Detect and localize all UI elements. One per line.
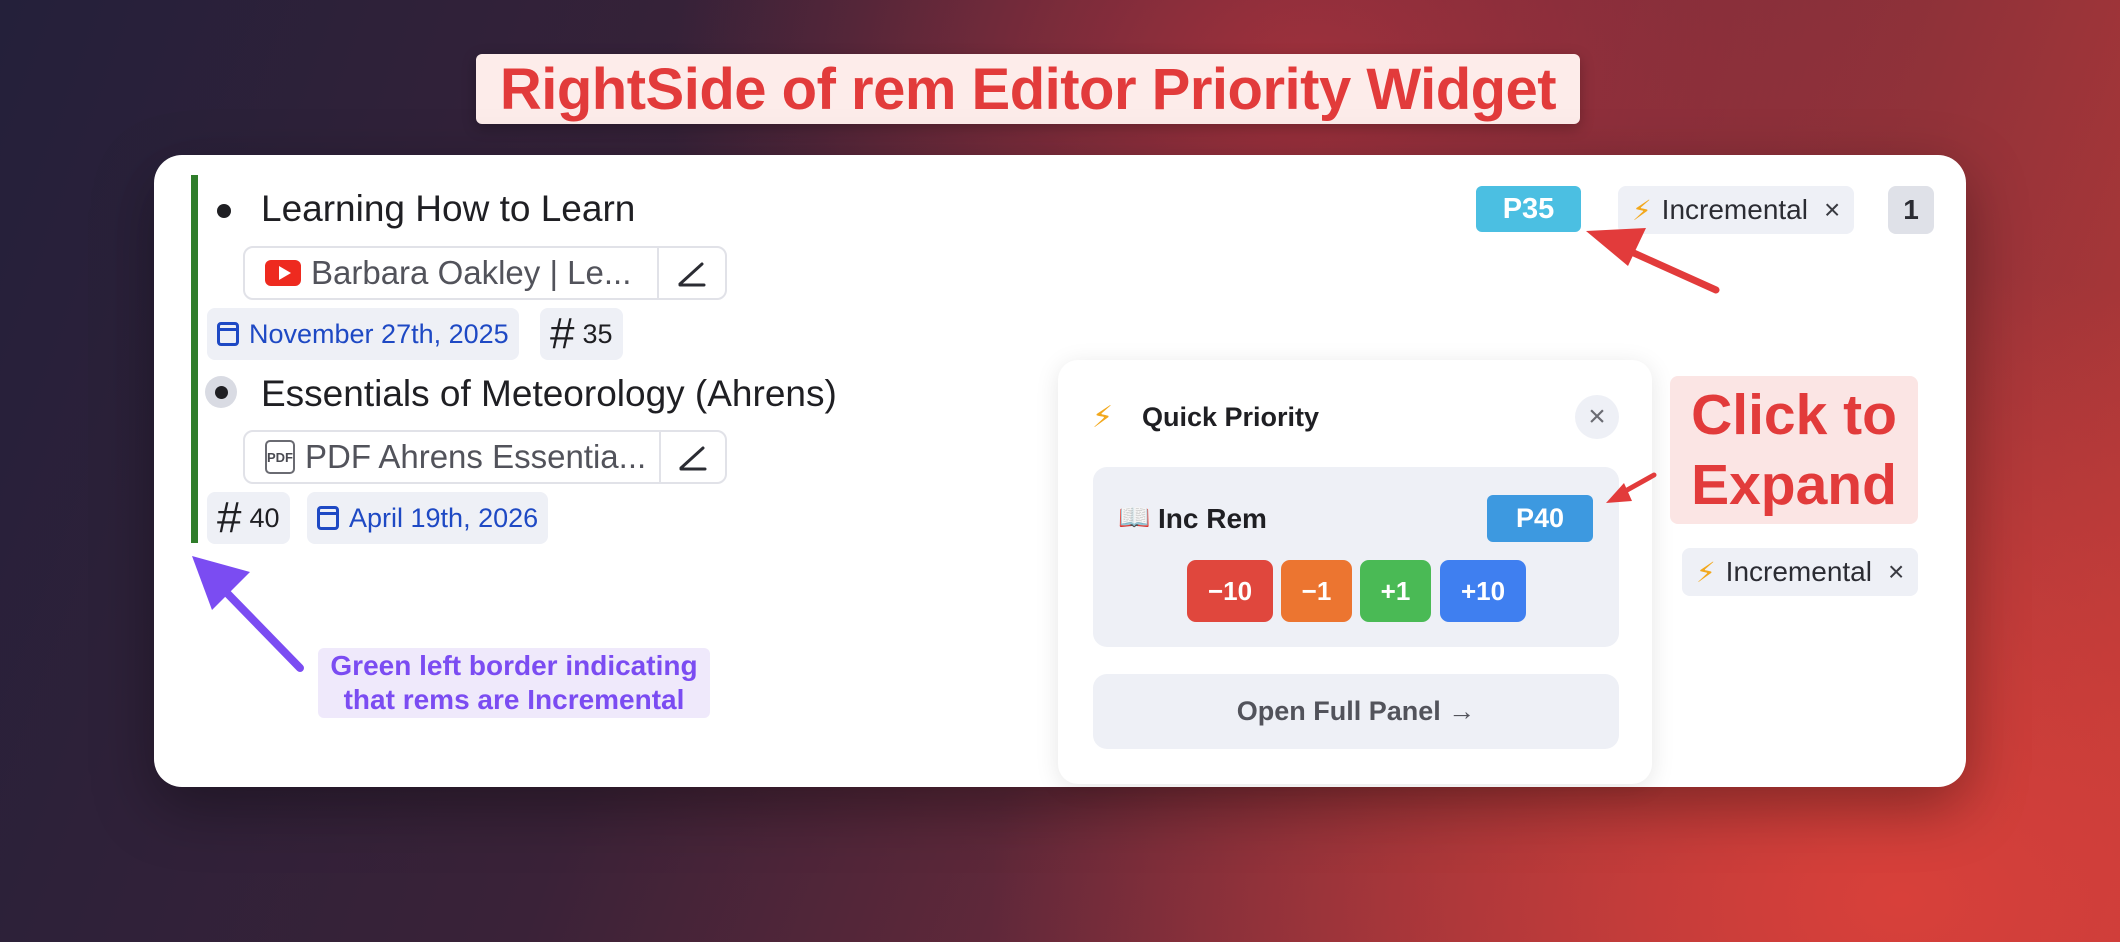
annotation-arrows — [192, 228, 1720, 672]
arrow-to-green-border — [192, 556, 304, 672]
arrow-to-popup-priority — [1606, 472, 1657, 503]
arrow-to-priority-badge — [1586, 228, 1720, 294]
